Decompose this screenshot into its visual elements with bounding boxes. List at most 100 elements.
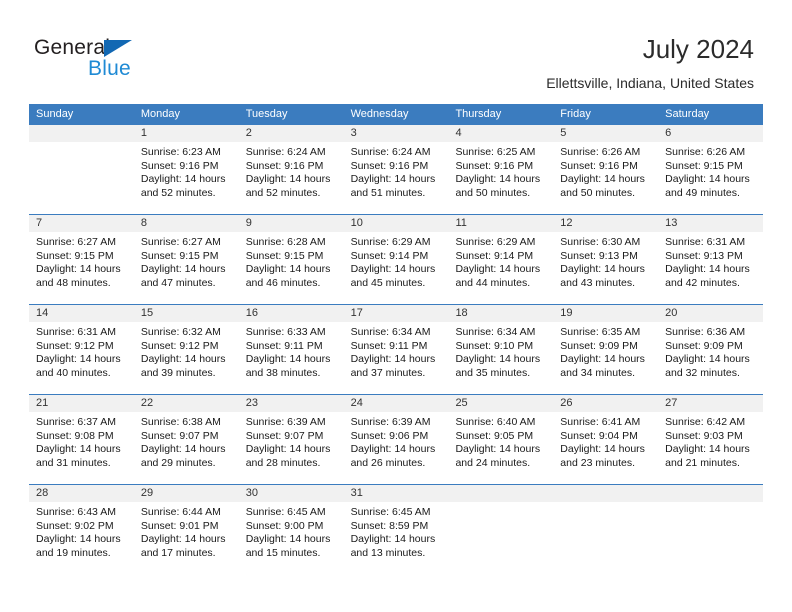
- calendar-day-cell[interactable]: 1 Sunrise: 6:23 AM Sunset: 9:16 PM Daylight…: [133, 125, 239, 214]
- daylight-text-line2: and 19 minutes.: [36, 546, 111, 559]
- calendar-day-cell[interactable]: 8 Sunrise: 6:27 AM Sunset: 9:15 PM Daylight…: [133, 215, 239, 304]
- day-number: 16: [238, 305, 344, 322]
- day-number: 6: [658, 125, 764, 142]
- calendar-day-cell[interactable]: 25 Sunrise: 6:40 AM Sunset: 9:05 PM Dayligh…: [448, 395, 554, 484]
- daylight-text-line1: Daylight: 14 hours: [560, 353, 645, 366]
- day-number: 21: [29, 395, 134, 412]
- calendar-day-cell[interactable]: 18 Sunrise: 6:34 AM Sunset: 9:10 PM Dayligh…: [448, 305, 554, 394]
- calendar-day-cell[interactable]: 9 Sunrise: 6:28 AM Sunset: 9:15 PM Daylight…: [238, 215, 344, 304]
- calendar-day-cell[interactable]: 13 Sunrise: 6:31 AM Sunset: 9:13 PM Dayligh…: [658, 215, 764, 304]
- sunset-text: Sunset: 9:11 PM: [350, 339, 428, 352]
- daylight-text-line1: Daylight: 14 hours: [350, 533, 436, 546]
- sunrise-text: Sunrise: 6:39 AM: [350, 416, 431, 428]
- calendar-day-cell[interactable]: 21 Sunrise: 6:37 AM Sunset: 9:08 PM Dayligh…: [29, 395, 134, 484]
- daylight-text-line2: and 35 minutes.: [455, 366, 531, 379]
- calendar-day-cell[interactable]: 11 Sunrise: 6:29 AM Sunset: 9:14 PM Dayligh…: [448, 215, 554, 304]
- sunrise-text: Sunrise: 6:24 AM: [245, 146, 326, 158]
- daylight-text-line2: and 29 minutes.: [140, 456, 216, 469]
- calendar-day-cell[interactable]: 28 Sunrise: 6:43 AM Sunset: 9:02 PM Dayligh…: [29, 485, 134, 574]
- weekday-header-thursday: Thursday: [455, 108, 502, 120]
- weekday-header-monday: Monday: [140, 108, 180, 120]
- daylight-text-line1: Daylight: 14 hours: [560, 173, 645, 186]
- sunset-text: Sunset: 9:16 PM: [140, 159, 219, 172]
- daylight-text-line1: Daylight: 14 hours: [36, 353, 121, 366]
- calendar-day-cell[interactable]: 2 Sunrise: 6:24 AM Sunset: 9:16 PM Daylight…: [238, 125, 344, 214]
- sunrise-text: Sunrise: 6:31 AM: [36, 326, 116, 338]
- calendar-day-cell[interactable]: 31 Sunrise: 6:45 AM Sunset: 8:59 PM Dayligh…: [343, 485, 449, 574]
- calendar-week-row: 1 Sunrise: 6:23 AM Sunset: 9:16 PM Daylight…: [29, 125, 764, 214]
- daylight-text-line2: and 49 minutes.: [665, 186, 740, 199]
- daylight-text-line1: Daylight: 14 hours: [245, 533, 331, 546]
- calendar-day-cell[interactable]: 14 Sunrise: 6:31 AM Sunset: 9:12 PM Dayligh…: [29, 305, 134, 394]
- sunset-text: Sunset: 9:14 PM: [350, 249, 429, 262]
- calendar-day-cell[interactable]: 27 Sunrise: 6:42 AM Sunset: 9:03 PM Dayligh…: [658, 395, 764, 484]
- day-number: [448, 485, 554, 502]
- daylight-text-line2: and 21 minutes.: [665, 456, 740, 469]
- calendar-day-cell[interactable]: 24 Sunrise: 6:39 AM Sunset: 9:06 PM Dayligh…: [343, 395, 449, 484]
- day-number: 25: [448, 395, 554, 412]
- day-number: 22: [133, 395, 239, 412]
- weekday-header-saturday: Saturday: [665, 108, 710, 120]
- calendar-weeks: 1 Sunrise: 6:23 AM Sunset: 9:16 PM Daylight…: [29, 125, 764, 574]
- calendar-day-cell[interactable]: 29 Sunrise: 6:44 AM Sunset: 9:01 PM Dayligh…: [133, 485, 239, 574]
- daylight-text-line1: Daylight: 14 hours: [665, 173, 750, 186]
- generalblue-logo[interactable]: General Blue: [34, 36, 174, 84]
- daylight-text-line1: Daylight: 14 hours: [350, 353, 436, 366]
- sunset-text: Sunset: 9:09 PM: [665, 339, 743, 352]
- daylight-text-line2: and 32 minutes.: [665, 366, 740, 379]
- calendar-day-cell[interactable]: 23 Sunrise: 6:39 AM Sunset: 9:07 PM Dayligh…: [238, 395, 344, 484]
- sunrise-text: Sunrise: 6:30 AM: [560, 236, 641, 248]
- day-details: Sunrise: 6:36 AM Sunset: 9:09 PM Daylight:…: [658, 322, 763, 380]
- daylight-text-line2: and 23 minutes.: [560, 456, 636, 469]
- calendar-day-cell[interactable]: 10 Sunrise: 6:29 AM Sunset: 9:14 PM Dayligh…: [343, 215, 449, 304]
- daylight-text-line2: and 39 minutes.: [140, 366, 216, 379]
- day-details: Sunrise: 6:23 AM Sunset: 9:16 PM Daylight:…: [134, 142, 239, 200]
- sunrise-text: Sunrise: 6:32 AM: [140, 326, 221, 338]
- day-details: Sunrise: 6:42 AM Sunset: 9:03 PM Daylight:…: [658, 412, 763, 470]
- daylight-text-line1: Daylight: 14 hours: [36, 533, 121, 546]
- sunrise-text: Sunrise: 6:27 AM: [36, 236, 116, 248]
- sunrise-text: Sunrise: 6:39 AM: [245, 416, 326, 428]
- day-details: Sunrise: 6:24 AM Sunset: 9:16 PM Daylight:…: [344, 142, 449, 200]
- sunset-text: Sunset: 9:16 PM: [560, 159, 638, 172]
- calendar-day-cell[interactable]: 5 Sunrise: 6:26 AM Sunset: 9:16 PM Daylight…: [553, 125, 659, 214]
- sunrise-text: Sunrise: 6:23 AM: [140, 146, 221, 158]
- sunrise-text: Sunrise: 6:43 AM: [36, 506, 116, 518]
- sunset-text: Sunset: 9:16 PM: [350, 159, 429, 172]
- calendar-grid: Sunday Monday Tuesday Wednesday Thursday Frid…: [29, 104, 764, 574]
- calendar-day-cell[interactable]: 12 Sunrise: 6:30 AM Sunset: 9:13 PM Dayligh…: [553, 215, 659, 304]
- calendar-week-inner: 21 Sunrise: 6:37 AM Sunset: 9:08 PM Dayligh…: [29, 395, 764, 484]
- daylight-text-line2: and 45 minutes.: [350, 276, 426, 289]
- sunset-text: Sunset: 9:06 PM: [350, 429, 429, 442]
- calendar-day-cell[interactable]: 20 Sunrise: 6:36 AM Sunset: 9:09 PM Dayligh…: [658, 305, 764, 394]
- sunrise-text: Sunrise: 6:45 AM: [245, 506, 326, 518]
- day-details: Sunrise: 6:39 AM Sunset: 9:06 PM Daylight:…: [344, 412, 449, 470]
- calendar-day-cell[interactable]: 26 Sunrise: 6:41 AM Sunset: 9:04 PM Dayligh…: [553, 395, 659, 484]
- day-number: 1: [133, 125, 239, 142]
- sunrise-text: Sunrise: 6:44 AM: [140, 506, 221, 518]
- calendar-day-cell[interactable]: 15 Sunrise: 6:32 AM Sunset: 9:12 PM Dayligh…: [133, 305, 239, 394]
- day-number: [29, 125, 134, 142]
- calendar-day-cell[interactable]: 19 Sunrise: 6:35 AM Sunset: 9:09 PM Dayligh…: [553, 305, 659, 394]
- calendar-day-cell[interactable]: 16 Sunrise: 6:33 AM Sunset: 9:11 PM Dayligh…: [238, 305, 344, 394]
- sunset-text: Sunset: 9:15 PM: [36, 249, 114, 262]
- calendar-day-cell[interactable]: 6 Sunrise: 6:26 AM Sunset: 9:15 PM Daylight…: [658, 125, 764, 214]
- calendar-week-row: 28 Sunrise: 6:43 AM Sunset: 9:02 PM Dayligh…: [29, 484, 764, 574]
- calendar-day-cell[interactable]: 7 Sunrise: 6:27 AM Sunset: 9:15 PM Daylight…: [29, 215, 134, 304]
- daylight-text-line2: and 42 minutes.: [665, 276, 740, 289]
- calendar-day-cell[interactable]: 4 Sunrise: 6:25 AM Sunset: 9:16 PM Daylight…: [448, 125, 554, 214]
- sunset-text: Sunset: 8:59 PM: [350, 519, 429, 532]
- day-details: Sunrise: 6:38 AM Sunset: 9:07 PM Daylight:…: [134, 412, 239, 470]
- calendar-day-cell[interactable]: 30 Sunrise: 6:45 AM Sunset: 9:00 PM Dayligh…: [238, 485, 344, 574]
- calendar-week-row: 7 Sunrise: 6:27 AM Sunset: 9:15 PM Daylight…: [29, 214, 764, 304]
- daylight-text-line2: and 15 minutes.: [245, 546, 321, 559]
- sunset-text: Sunset: 9:14 PM: [455, 249, 534, 262]
- daylight-text-line1: Daylight: 14 hours: [455, 353, 541, 366]
- daylight-text-line1: Daylight: 14 hours: [560, 443, 645, 456]
- calendar-day-cell[interactable]: 3 Sunrise: 6:24 AM Sunset: 9:16 PM Daylight…: [343, 125, 449, 214]
- day-number: 23: [238, 395, 344, 412]
- calendar-day-cell[interactable]: 17 Sunrise: 6:34 AM Sunset: 9:11 PM Dayligh…: [343, 305, 449, 394]
- calendar-day-cell[interactable]: 22 Sunrise: 6:38 AM Sunset: 9:07 PM Dayligh…: [133, 395, 239, 484]
- sunset-text: Sunset: 9:15 PM: [665, 159, 743, 172]
- day-number: 19: [553, 305, 659, 322]
